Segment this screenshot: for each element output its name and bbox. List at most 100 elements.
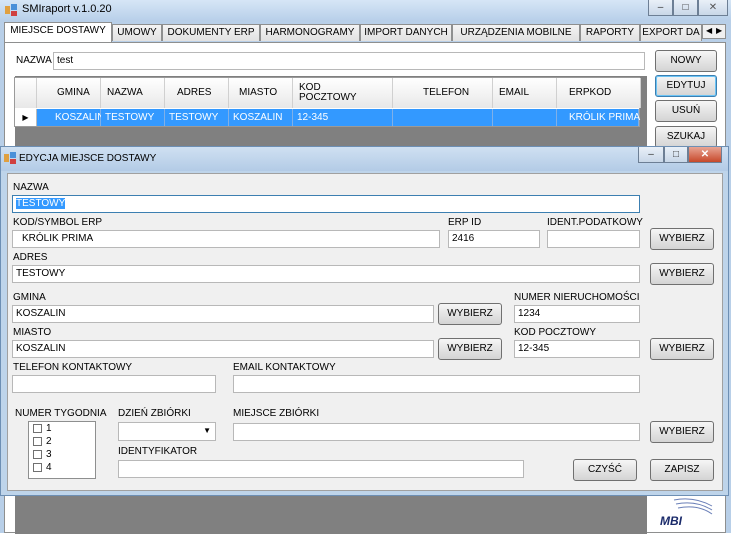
erp-choose-button[interactable]: WYBIERZ xyxy=(650,228,714,250)
table-row[interactable]: ▶ KOSZALIN TESTOWY TESTOWY KOSZALIN 12-3… xyxy=(15,108,640,126)
dialog-titlebar: EDYCJA MIEJSCE DOSTAWY – □ ✕ xyxy=(1,147,728,171)
column-header-nazwa[interactable]: NAZWA xyxy=(101,78,165,108)
identifier-label: IDENTYFIKATOR xyxy=(118,446,198,457)
column-header-gmina[interactable]: GMINA xyxy=(37,78,101,108)
property-no-input[interactable]: 1234 xyxy=(514,305,640,323)
save-button[interactable]: ZAPISZ xyxy=(650,459,714,481)
dialog-close-button[interactable]: ✕ xyxy=(688,147,722,163)
city-label: MIASTO xyxy=(13,327,52,338)
main-titlebar: SMIraport v.1.0.20 – □ ✕ xyxy=(0,0,731,20)
tab-scroll-buttons[interactable]: ◀ ▶ xyxy=(702,24,726,39)
tab-urzadzenia-mobilne[interactable]: URZĄDZENIA MOBILNE xyxy=(452,24,580,41)
column-header-email[interactable]: EMAIL xyxy=(493,78,557,108)
checkbox-icon[interactable] xyxy=(33,450,42,459)
grid-cell[interactable]: KRÓLIK PRIMA xyxy=(557,109,640,126)
erp-code-input[interactable]: KRÓLIK PRIMA xyxy=(12,230,440,248)
app-icon xyxy=(5,4,17,16)
pickup-day-label: DZIEŃ ZBIÓRKI xyxy=(118,408,191,419)
dialog-title: EDYCJA MIEJSCE DOSTAWY xyxy=(19,153,157,164)
commune-choose-button[interactable]: WYBIERZ xyxy=(438,303,502,325)
row-selector-icon[interactable]: ▶ xyxy=(15,109,37,126)
tab-dokumenty-erp[interactable]: DOKUMENTY ERP xyxy=(162,24,260,41)
dialog-minimize-button[interactable]: – xyxy=(638,147,664,163)
clear-button[interactable]: CZYŚĆ xyxy=(573,459,637,481)
column-header-kod-pocztowy[interactable]: KOD POCZTOWY xyxy=(293,78,393,108)
name-input-value: TESTOWY xyxy=(16,198,66,209)
tab-miejsce-dostawy[interactable]: MIEJSCE DOSTAWY xyxy=(4,22,112,42)
filter-name-label: NAZWA xyxy=(16,55,52,66)
week-option-item[interactable]: 2 xyxy=(29,436,95,448)
minimize-button[interactable]: – xyxy=(648,0,673,16)
pickup-place-choose-button[interactable]: WYBIERZ xyxy=(650,421,714,443)
column-header-adres[interactable]: ADRES xyxy=(165,78,229,108)
postal-code-choose-button[interactable]: WYBIERZ xyxy=(650,338,714,360)
chevron-left-icon[interactable]: ◀ xyxy=(706,26,712,35)
tab-raporty[interactable]: RAPORTY xyxy=(580,24,640,41)
search-button[interactable]: SZUKAJ xyxy=(655,126,717,148)
dialog-icon xyxy=(4,152,16,164)
grid-row-header-corner xyxy=(15,78,37,108)
grid-cell[interactable] xyxy=(493,109,557,126)
mbi-logo-text: MBI xyxy=(660,514,682,528)
dialog-maximize-button[interactable]: □ xyxy=(664,147,688,163)
commune-input[interactable]: KOSZALIN xyxy=(12,305,434,323)
checkbox-icon[interactable] xyxy=(33,437,42,446)
column-header-telefon[interactable]: TELEFON xyxy=(393,78,493,108)
week-option-label: 4 xyxy=(46,462,52,473)
phone-input[interactable] xyxy=(12,375,216,393)
address-input[interactable]: TESTOWY xyxy=(12,265,640,283)
new-button[interactable]: NOWY xyxy=(655,50,717,72)
grid-cell[interactable]: KOSZALIN xyxy=(229,109,293,126)
pickup-place-label: MIEJSCE ZBIÓRKI xyxy=(233,408,320,419)
checkbox-icon[interactable] xyxy=(33,424,42,433)
week-no-label: NUMER TYGODNIA xyxy=(15,408,107,419)
week-option-label: 3 xyxy=(46,449,52,460)
erp-id-input[interactable]: 2416 xyxy=(448,230,540,248)
tab-import-danych[interactable]: IMPORT DANYCH xyxy=(360,24,452,41)
tax-id-label: IDENT.PODATKOWY xyxy=(547,217,643,228)
city-input[interactable]: KOSZALIN xyxy=(12,340,434,358)
tab-harmonogramy[interactable]: HARMONOGRAMY xyxy=(260,24,360,41)
grid-cell[interactable]: KOSZALIN xyxy=(37,109,104,126)
name-input[interactable]: TESTOWY xyxy=(12,195,640,213)
column-header-miasto[interactable]: MIASTO xyxy=(229,78,293,108)
identifier-input[interactable] xyxy=(118,460,524,478)
delete-button[interactable]: USUŃ xyxy=(655,100,717,122)
week-option-item[interactable]: 1 xyxy=(29,423,95,435)
tab-umowy[interactable]: UMOWY xyxy=(112,24,162,41)
grid-cell[interactable]: TESTOWY xyxy=(101,109,165,126)
address-choose-button[interactable]: WYBIERZ xyxy=(650,263,714,285)
checkbox-icon[interactable] xyxy=(33,463,42,472)
data-grid: GMINA NAZWA ADRES MIASTO KOD POCZTOWY TE… xyxy=(14,77,641,127)
close-button[interactable]: ✕ xyxy=(698,0,728,16)
week-no-checklist: 1 2 3 4 xyxy=(28,421,96,479)
edit-dialog: EDYCJA MIEJSCE DOSTAWY – □ ✕ NAZWA TESTO… xyxy=(0,146,729,496)
app-title: SMIraport v.1.0.20 xyxy=(22,3,112,15)
city-choose-button[interactable]: WYBIERZ xyxy=(438,338,502,360)
maximize-button[interactable]: □ xyxy=(673,0,698,16)
tab-export[interactable]: EXPORT DA xyxy=(640,24,702,41)
postal-code-input[interactable]: 12-345 xyxy=(514,340,640,358)
chevron-down-icon[interactable]: ▼ xyxy=(203,423,211,439)
column-header-erpkod[interactable]: ERPKOD xyxy=(557,78,641,108)
week-option-item[interactable]: 4 xyxy=(29,462,95,474)
phone-label: TELEFON KONTAKTOWY xyxy=(13,362,133,373)
grid-cell[interactable] xyxy=(393,109,493,126)
erp-code-label: KOD/SYMBOL ERP xyxy=(13,217,103,228)
tax-id-input[interactable] xyxy=(547,230,640,248)
filter-name-input[interactable]: test xyxy=(53,52,645,70)
chevron-right-icon[interactable]: ▶ xyxy=(716,26,722,35)
week-option-item[interactable]: 3 xyxy=(29,449,95,461)
dialog-body: NAZWA TESTOWY KOD/SYMBOL ERP ERP ID IDEN… xyxy=(7,173,723,491)
week-option-label: 2 xyxy=(46,436,52,447)
pickup-day-select[interactable]: ▼ xyxy=(118,422,216,441)
name-label: NAZWA xyxy=(13,182,49,193)
edit-button[interactable]: EDYTUJ xyxy=(655,75,717,97)
grid-cell[interactable]: TESTOWY xyxy=(165,109,229,126)
mbi-logo: MBI xyxy=(654,498,718,533)
grid-cell[interactable]: 12-345 xyxy=(293,109,393,126)
email-input[interactable] xyxy=(233,375,640,393)
pickup-place-input[interactable] xyxy=(233,423,640,441)
tab-strip: MIEJSCE DOSTAWY UMOWY DOKUMENTY ERP HARM… xyxy=(4,22,702,42)
email-label: EMAIL KONTAKTOWY xyxy=(233,362,336,373)
